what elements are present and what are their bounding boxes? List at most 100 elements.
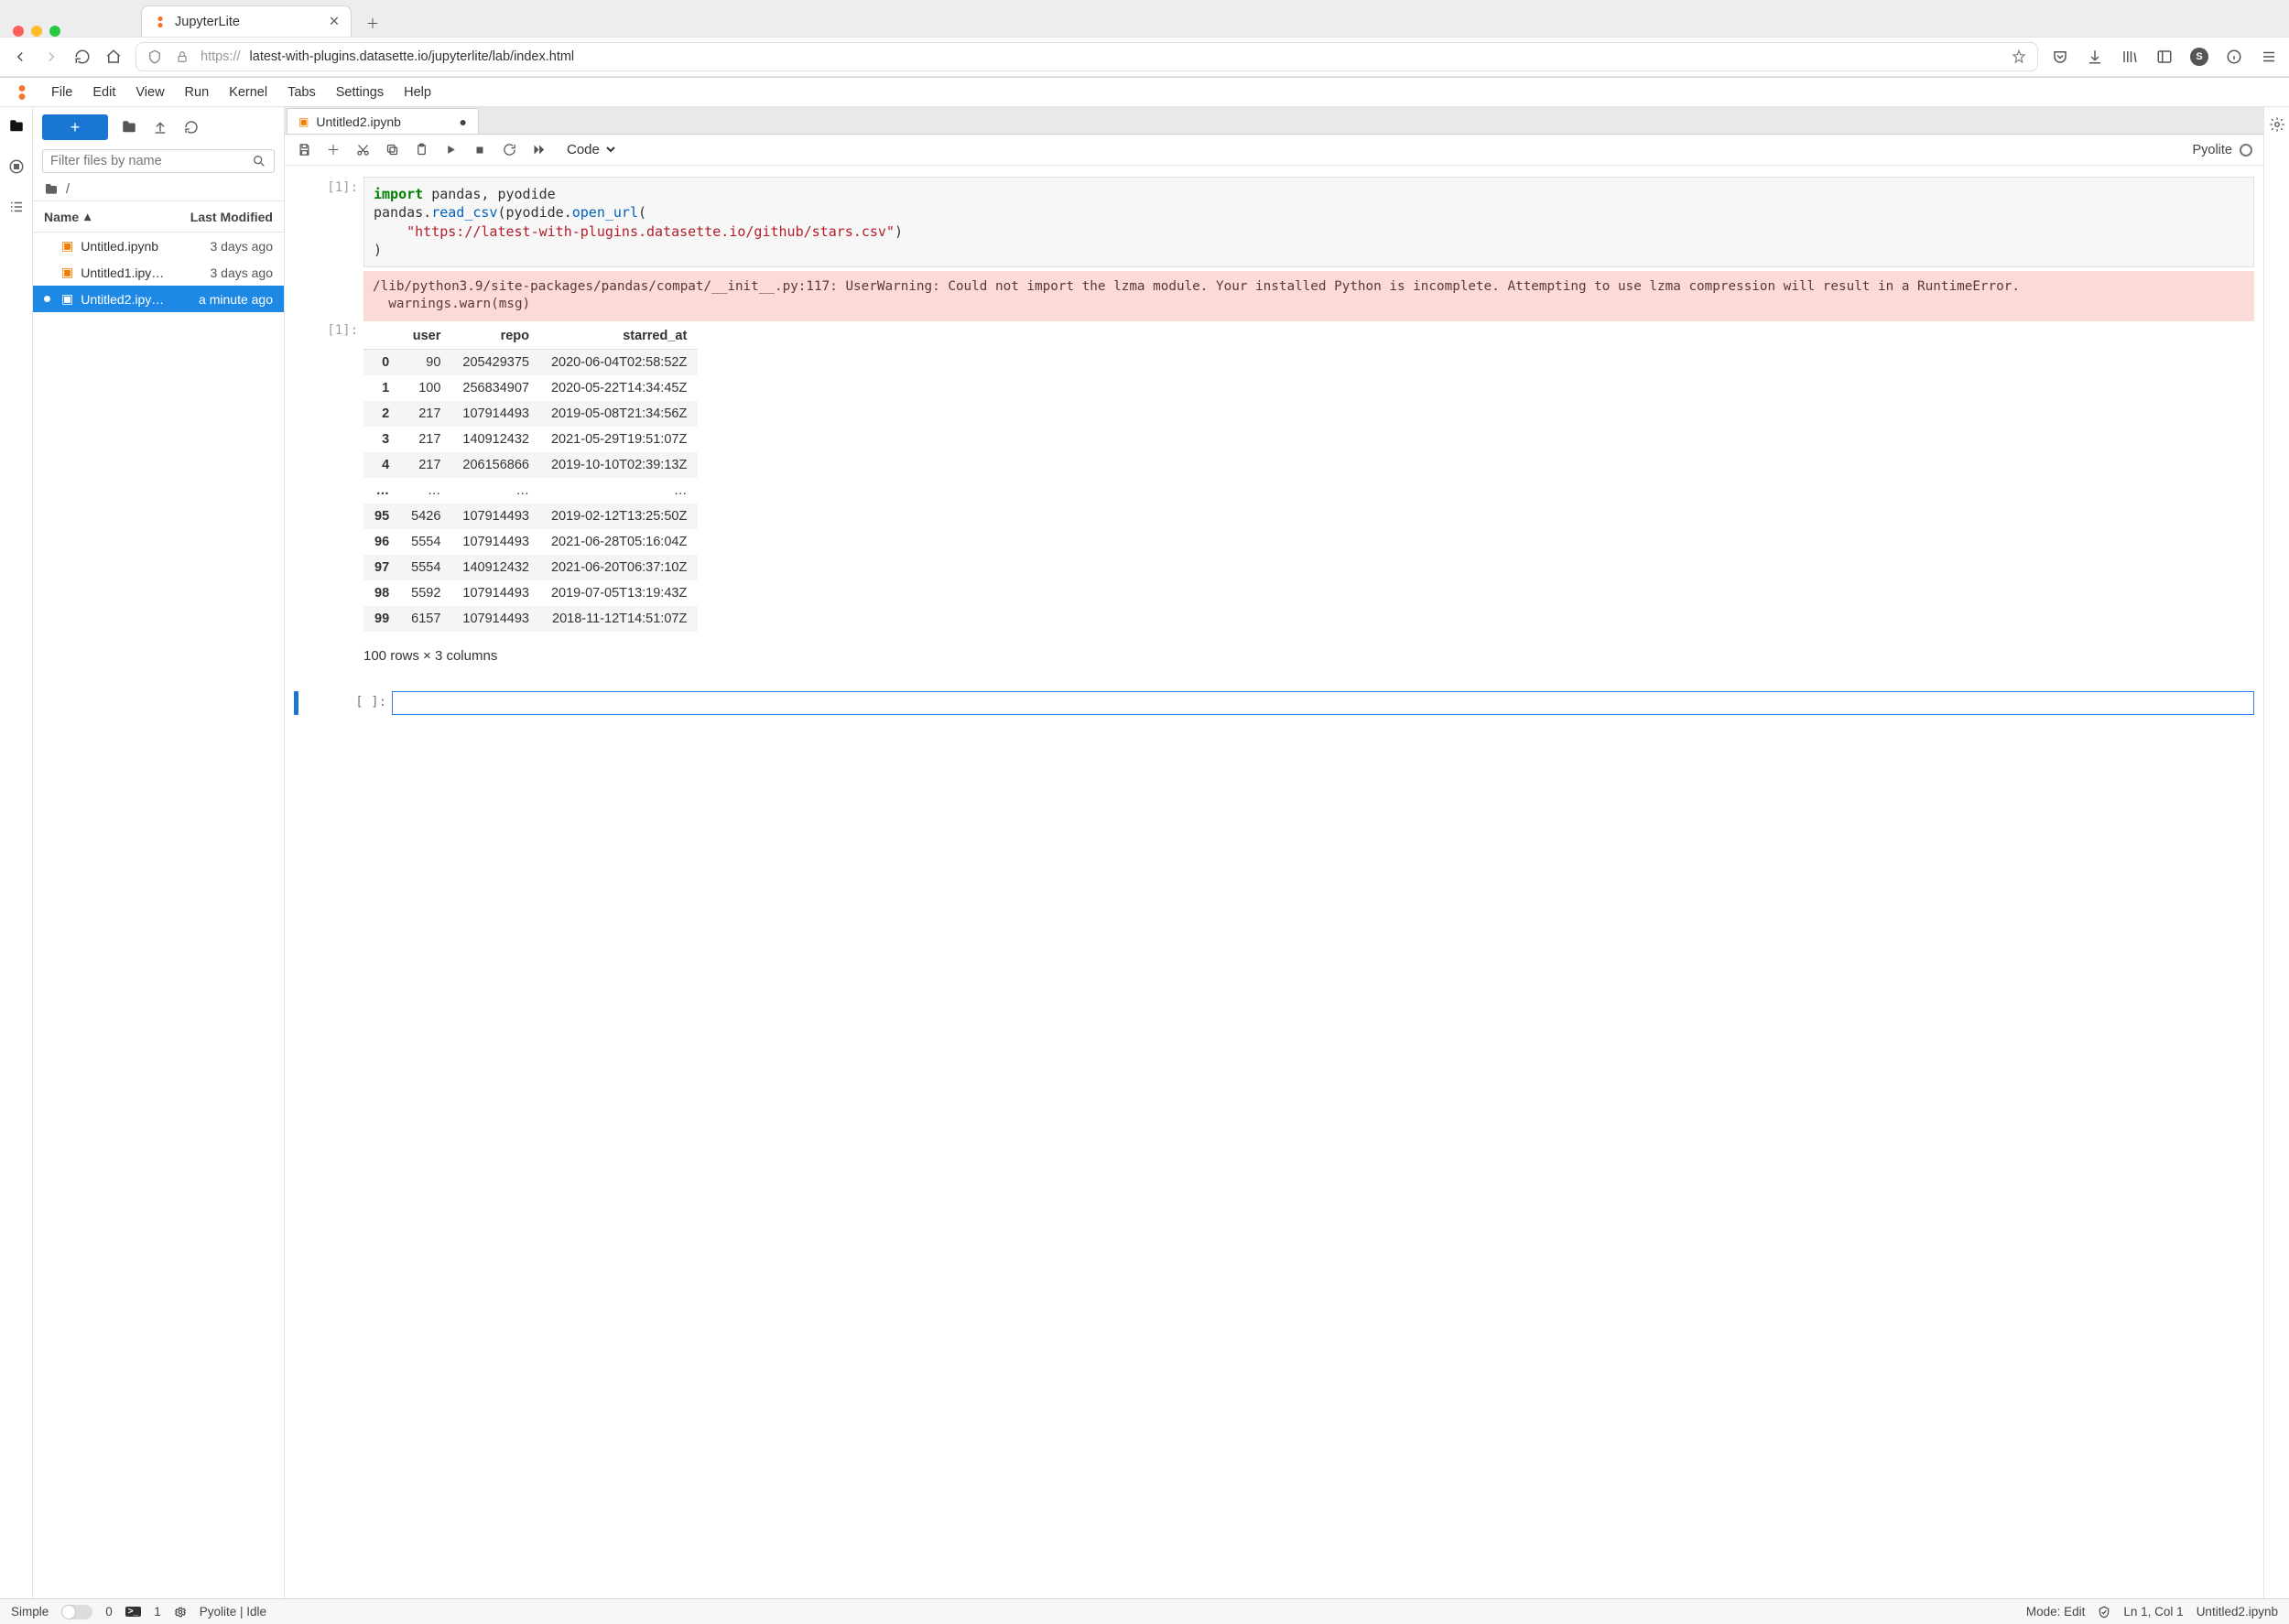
notebook: ＋ Code Pyolite: [285, 135, 2263, 1598]
celltype-select[interactable]: Code: [559, 139, 618, 160]
df-cell: 107914493: [451, 580, 540, 606]
file-row[interactable]: ▣Untitled.ipynb3 days ago: [33, 233, 284, 259]
tabs-count: 0: [105, 1605, 113, 1619]
df-cell: 2019-10-10T02:39:13Z: [540, 452, 698, 478]
in-prompt: [1]:: [294, 177, 358, 267]
df-cell: …: [451, 478, 540, 503]
kernel-indicator[interactable]: Pyolite: [2192, 143, 2252, 157]
jupyterlab-shell: File Edit View Run Kernel Tabs Settings …: [0, 78, 2289, 1598]
df-col-header: user: [400, 323, 451, 350]
left-rail: [0, 107, 33, 1598]
menu-run[interactable]: Run: [185, 85, 210, 100]
dataframe-output: [1]: userrepostarred_at0902054293752020-…: [363, 323, 2254, 632]
filter-box[interactable]: [42, 149, 275, 173]
close-tab-icon[interactable]: ✕: [329, 15, 340, 29]
df-cell: 6157: [400, 606, 451, 632]
new-folder-icon[interactable]: [119, 117, 139, 137]
menu-file[interactable]: File: [51, 85, 72, 100]
sidebar-icon[interactable]: [2155, 48, 2174, 66]
file-row[interactable]: ▣Untitled2.ipy…a minute ago: [33, 286, 284, 312]
df-cell: 5554: [400, 555, 451, 580]
new-launcher-button[interactable]: +: [42, 114, 108, 140]
notebook-icon: ▣: [61, 291, 73, 307]
menu-tabs[interactable]: Tabs: [287, 85, 316, 100]
interrupt-icon[interactable]: [472, 142, 488, 158]
refresh-icon[interactable]: [181, 117, 201, 137]
simple-label: Simple: [11, 1605, 49, 1619]
pocket-icon[interactable]: [2051, 48, 2069, 66]
file-modified: a minute ago: [199, 292, 273, 307]
cut-icon[interactable]: [354, 142, 371, 158]
forward-button[interactable]: [42, 48, 60, 66]
col-name[interactable]: Name: [44, 210, 79, 224]
df-row: 9655541079144932021-06-28T05:16:04Z: [363, 529, 698, 555]
simple-toggle[interactable]: [61, 1605, 92, 1619]
menu-help[interactable]: Help: [404, 85, 431, 100]
url-bar[interactable]: https://latest-with-plugins.datasette.io…: [136, 42, 2038, 71]
breadcrumb[interactable]: /: [33, 179, 284, 200]
jlab-menubar: File Edit View Run Kernel Tabs Settings …: [0, 78, 2289, 107]
browser-tab[interactable]: JupyterLite ✕: [141, 5, 352, 37]
trust-icon[interactable]: [2098, 1606, 2110, 1619]
home-button[interactable]: [104, 48, 123, 66]
minimize-window-icon[interactable]: [31, 26, 42, 37]
file-row[interactable]: ▣Untitled1.ipy…3 days ago: [33, 259, 284, 286]
bookmark-icon[interactable]: [2010, 48, 2028, 66]
menu-settings[interactable]: Settings: [336, 85, 384, 100]
code-cell[interactable]: [1]: import pandas, pyodide pandas.read_…: [294, 177, 2254, 267]
df-cell: 140912432: [451, 427, 540, 452]
toc-tab-icon[interactable]: [6, 197, 27, 217]
close-window-icon[interactable]: [13, 26, 24, 37]
menu-edit[interactable]: Edit: [92, 85, 115, 100]
df-caption: 100 rows × 3 columns: [363, 648, 2254, 664]
run-all-icon[interactable]: [530, 142, 547, 158]
df-cell: …: [400, 478, 451, 503]
upload-icon[interactable]: [150, 117, 170, 137]
file-name: Untitled1.ipy…: [81, 265, 202, 280]
copy-icon[interactable]: [384, 142, 400, 158]
df-index: 3: [363, 427, 400, 452]
doc-tab[interactable]: ▣ Untitled2.ipynb ●: [287, 108, 479, 134]
fb-header: Name ▴ Last Modified: [33, 200, 284, 233]
code-editor[interactable]: import pandas, pyodide pandas.read_csv(p…: [363, 177, 2254, 267]
run-icon[interactable]: [442, 142, 459, 158]
menu-icon[interactable]: [2260, 48, 2278, 66]
terminal-icon: >_: [125, 1607, 141, 1617]
code-editor[interactable]: [392, 691, 2254, 715]
maximize-window-icon[interactable]: [49, 26, 60, 37]
filter-input[interactable]: [50, 154, 252, 168]
folder-icon: [44, 182, 59, 197]
property-inspector-icon[interactable]: [2269, 116, 2285, 133]
reload-button[interactable]: [73, 48, 92, 66]
download-icon[interactable]: [2086, 48, 2104, 66]
insert-cell-icon[interactable]: ＋: [325, 142, 342, 158]
profile-avatar[interactable]: S: [2190, 48, 2208, 66]
paste-icon[interactable]: [413, 142, 429, 158]
menu-view[interactable]: View: [136, 85, 164, 100]
menu-kernel[interactable]: Kernel: [229, 85, 267, 100]
df-cell: 217: [400, 427, 451, 452]
df-index: 98: [363, 580, 400, 606]
file-browser-tab-icon[interactable]: [6, 116, 27, 136]
file-name: Untitled.ipynb: [81, 239, 202, 254]
running-tab-icon[interactable]: [6, 157, 27, 177]
df-cell: 5554: [400, 529, 451, 555]
browser-chrome: JupyterLite ✕ ＋ https://latest-with-plug…: [0, 0, 2289, 78]
df-cell: 2020-05-22T14:34:45Z: [540, 375, 698, 401]
info-icon[interactable]: [2225, 48, 2243, 66]
kernel-settings-icon[interactable]: [174, 1606, 187, 1619]
notebook-icon: ▣: [298, 115, 309, 128]
df-cell: …: [540, 478, 698, 503]
df-cell: 2021-05-29T19:51:07Z: [540, 427, 698, 452]
col-modified[interactable]: Last Modified: [190, 210, 273, 224]
back-button[interactable]: [11, 48, 29, 66]
restart-icon[interactable]: [501, 142, 517, 158]
df-cell: 2021-06-28T05:16:04Z: [540, 529, 698, 555]
save-icon[interactable]: [296, 142, 312, 158]
df-index: 2: [363, 401, 400, 427]
df-index: 4: [363, 452, 400, 478]
new-tab-button[interactable]: ＋: [359, 9, 386, 37]
active-code-cell[interactable]: [ ]:: [294, 691, 2254, 715]
library-icon[interactable]: [2121, 48, 2139, 66]
sort-asc-icon: ▴: [84, 209, 91, 224]
